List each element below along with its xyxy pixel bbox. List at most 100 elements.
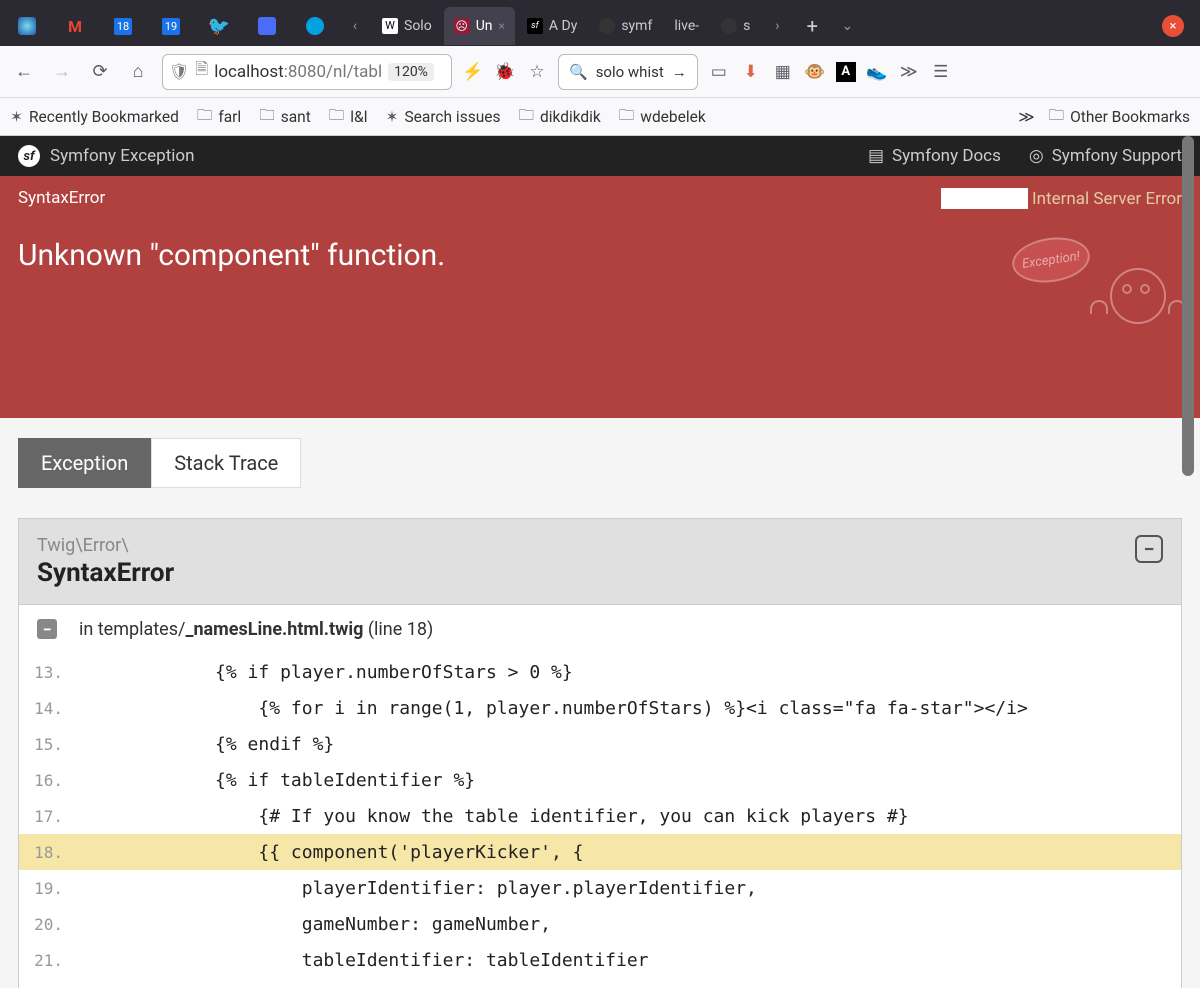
symfony-docs-link[interactable]: ▤Symfony Docs — [868, 146, 1001, 166]
pinned-cal19-icon[interactable]: 19 — [148, 6, 194, 46]
code-text: {% for i in range(1, player.numberOfStar… — [73, 698, 1028, 719]
new-tab-button[interactable]: + — [794, 14, 830, 38]
collapse-file-button[interactable]: − — [37, 619, 57, 639]
file-header[interactable]: − in templates/_namesLine.html.twig (lin… — [19, 604, 1181, 654]
browser-window: M 18 19 🐦 ‹ W Solo ☹ Un × sf A Dy symf l… — [0, 0, 1200, 988]
search-box[interactable]: 🔍 solo whist → — [558, 54, 698, 90]
tab-label: A Dy — [549, 18, 577, 34]
scrollbar-thumb[interactable] — [1182, 136, 1194, 476]
folder-icon: 🗀 — [619, 103, 635, 130]
folder-icon: 🗀 — [259, 103, 275, 130]
code-text: tableIdentifier: tableIdentifier — [73, 950, 649, 971]
pinned-twitter-icon[interactable]: 🐦 — [196, 6, 242, 46]
tabs-dropdown[interactable]: ⌄ — [832, 18, 862, 34]
bm-recently[interactable]: ✶Recently Bookmarked — [10, 108, 179, 126]
tab-solo[interactable]: W Solo — [372, 7, 442, 45]
zoom-badge[interactable]: 120% — [388, 63, 434, 81]
tab-symf[interactable]: symf — [589, 7, 662, 45]
code-text: {% endif %} — [73, 734, 334, 755]
back-button[interactable]: ← — [10, 58, 38, 86]
code-line: 14. {% for i in range(1, player.numberOf… — [19, 690, 1181, 726]
bm-ll[interactable]: 🗀l&l — [329, 103, 368, 130]
tab-scroll-left[interactable]: ‹ — [340, 18, 370, 34]
window-close-button[interactable]: × — [1162, 15, 1184, 37]
home-button[interactable]: ⌂ — [124, 58, 152, 86]
device-icon[interactable]: ▭ — [708, 61, 730, 83]
bm-search-issues[interactable]: ✶Search issues — [385, 108, 500, 126]
speech-bubble: Exception! — [1009, 233, 1092, 287]
menu-icon[interactable]: ☰ — [930, 61, 952, 83]
vertical-scrollbar[interactable] — [1182, 136, 1196, 988]
code-line: 19. playerIdentifier: player.playerIdent… — [19, 870, 1181, 906]
life-ring-icon: ◎ — [1029, 146, 1044, 166]
code-line: 18. {{ component('playerKicker', { — [19, 834, 1181, 870]
line-number: 15. — [19, 735, 73, 754]
pinned-cal18-icon[interactable]: 18 — [100, 6, 146, 46]
error-banner: SyntaxError HTTP 500 Internal Server Err… — [0, 176, 1200, 418]
tab-ady[interactable]: sf A Dy — [517, 7, 587, 45]
address-bar[interactable]: 🛡 🗎 localhost:8080/nl/tabl 120% — [162, 54, 452, 90]
code-line: 20. gameNumber: gameNumber, — [19, 906, 1181, 942]
bm-dikdikdik[interactable]: 🗀dikdikdik — [518, 103, 600, 130]
pinned-app3-icon[interactable] — [292, 6, 338, 46]
bm-farl[interactable]: 🗀farl — [197, 103, 241, 130]
tab-label: live- — [674, 18, 699, 34]
tab-stack-trace[interactable]: Stack Trace — [151, 438, 301, 488]
line-number: 19. — [19, 879, 73, 898]
bookmarks-bar: ✶Recently Bookmarked 🗀farl 🗀sant 🗀l&l ✶S… — [0, 98, 1200, 136]
code-line: 15. {% endif %} — [19, 726, 1181, 762]
bookmark-star-icon[interactable]: ☆ — [526, 61, 548, 83]
bm-overflow-icon[interactable]: ≫ — [1018, 108, 1034, 126]
ghost-icon — [1094, 268, 1182, 338]
tab-live[interactable]: live- — [664, 7, 709, 45]
ext3-icon[interactable]: A — [836, 62, 856, 82]
search-go-icon[interactable]: → — [672, 63, 687, 81]
overflow-icon[interactable]: ≫ — [898, 61, 920, 83]
ext1-icon[interactable]: ▦ — [772, 61, 794, 83]
exception-namespace: Twig\Error\ — [37, 535, 174, 556]
ext4-icon[interactable]: 👟 — [866, 61, 888, 83]
page-scroll[interactable]: sf Symfony Exception ▤Symfony Docs ◎Symf… — [0, 136, 1200, 988]
pinned-app-icon[interactable] — [4, 6, 50, 46]
bm-sant[interactable]: 🗀sant — [259, 103, 311, 130]
tab-active-error[interactable]: ☹ Un × — [444, 7, 515, 45]
collapse-card-button[interactable]: − — [1135, 535, 1163, 563]
code-line: 21. tableIdentifier: tableIdentifier — [19, 942, 1181, 978]
line-number: 14. — [19, 699, 73, 718]
flash-icon[interactable]: ⚡ — [462, 61, 484, 83]
line-number: 16. — [19, 771, 73, 790]
line-number: 17. — [19, 807, 73, 826]
ext2-icon[interactable]: 🐵 — [804, 61, 826, 83]
code-block: 13. {% if player.numberOfStars > 0 %}14.… — [19, 654, 1181, 988]
page-info-icon[interactable]: 🗎 — [195, 58, 208, 85]
code-line: 17. {# If you know the table identifier,… — [19, 798, 1181, 834]
tab-exception[interactable]: Exception — [18, 438, 151, 488]
folder-icon: 🗀 — [518, 103, 534, 130]
code-text: {% if tableIdentifier %} — [73, 770, 475, 791]
shield-icon[interactable]: 🛡 — [169, 62, 189, 81]
symfony-header: sf Symfony Exception ▤Symfony Docs ◎Symf… — [0, 136, 1200, 176]
search-text: solo whist — [596, 63, 664, 81]
tab-s[interactable]: s — [711, 7, 760, 45]
line-number: 18. — [19, 843, 73, 862]
pinned-gmail-icon[interactable]: M — [52, 6, 98, 46]
download-icon[interactable]: ⬇ — [740, 61, 762, 83]
person-icon: ✶ — [385, 108, 398, 126]
code-text: {{ component('playerKicker', { — [73, 842, 584, 863]
exception-tabs: ExceptionStack Trace — [0, 418, 1200, 488]
tab-label: Solo — [404, 18, 432, 34]
exception-class: SyntaxError — [37, 558, 174, 588]
tab-scroll-right[interactable]: › — [762, 18, 792, 34]
pinned-app2-icon[interactable] — [244, 6, 290, 46]
symfony-support-link[interactable]: ◎Symfony Support — [1029, 146, 1182, 166]
search-icon: 🔍 — [569, 63, 588, 81]
bm-wdebelek[interactable]: 🗀wdebelek — [619, 103, 706, 130]
nav-toolbar: ← → ⟳ ⌂ 🛡 🗎 localhost:8080/nl/tabl 120% … — [0, 46, 1200, 98]
bug-icon[interactable]: 🐞 — [494, 61, 516, 83]
reload-button[interactable]: ⟳ — [86, 58, 114, 86]
line-number: 13. — [19, 663, 73, 682]
code-text: playerIdentifier: player.playerIdentifie… — [73, 878, 757, 899]
bm-other[interactable]: 🗀Other Bookmarks — [1049, 103, 1190, 130]
tab-close-icon[interactable]: × — [499, 19, 505, 33]
forward-button[interactable]: → — [48, 58, 76, 86]
